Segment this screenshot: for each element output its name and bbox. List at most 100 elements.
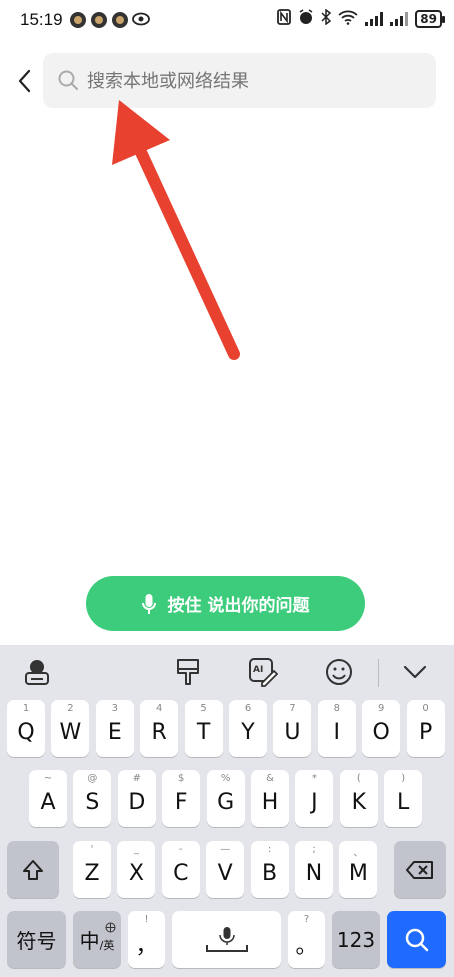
status-right-icons: 89	[277, 8, 445, 29]
key-label: J	[311, 790, 318, 815]
search-icon	[57, 69, 79, 91]
key-b[interactable]: :B	[250, 841, 289, 898]
key-m[interactable]: 、 M	[339, 841, 378, 898]
app-notification-icon	[91, 12, 107, 28]
key-label: X	[128, 861, 144, 886]
key-k[interactable]: (K	[339, 770, 378, 827]
key-hint: *	[311, 773, 317, 784]
backspace-key[interactable]	[394, 841, 446, 898]
key-s[interactable]: @ S	[73, 770, 112, 827]
key-label: E	[107, 720, 122, 745]
back-button[interactable]	[12, 66, 36, 96]
key-label: Y	[241, 720, 255, 745]
key-r[interactable]: 4R	[140, 700, 179, 757]
language-switch-key[interactable]: 中/英	[73, 911, 121, 968]
keyboard-toolbar: AI	[0, 645, 454, 697]
ai-write-icon[interactable]: AI	[248, 657, 278, 687]
key-label: M	[348, 861, 368, 886]
key-e[interactable]: 3E	[95, 700, 134, 757]
key-label: G	[217, 790, 235, 815]
numbers-key-label: 123	[336, 927, 376, 952]
key-hint: ;	[312, 844, 316, 855]
search-icon	[405, 928, 428, 951]
key-l[interactable]: ) L	[384, 770, 423, 827]
key-t[interactable]: 5T	[184, 700, 223, 757]
key-label: C	[173, 861, 189, 886]
key-hint: 7	[289, 703, 296, 714]
key-label: D	[128, 790, 146, 815]
key-hint: 、	[353, 848, 364, 859]
skin-brush-icon[interactable]	[173, 657, 203, 687]
key-hint: 6	[244, 703, 252, 714]
numbers-key[interactable]: 123	[332, 911, 380, 968]
key-label: N	[305, 861, 323, 886]
key-label: U	[284, 720, 301, 745]
search-box[interactable]	[43, 53, 436, 110]
key-x[interactable]: _ X	[117, 841, 156, 898]
bluetooth-icon	[321, 8, 332, 29]
key-hint: 8	[333, 703, 340, 714]
key-hint: (	[356, 773, 361, 784]
status-time: 15:19	[20, 10, 63, 29]
toolbar-divider	[378, 659, 379, 687]
key-label: R	[151, 720, 167, 745]
key-u[interactable]: 7U	[273, 700, 312, 757]
nfc-icon	[277, 9, 292, 29]
collapse-icon[interactable]	[400, 657, 430, 687]
key-label: L	[397, 790, 410, 815]
key-label: S	[85, 790, 100, 815]
symbols-key[interactable]: 符号	[7, 911, 66, 968]
key-g[interactable]: % G	[206, 770, 245, 827]
microphone-icon	[141, 593, 156, 614]
chevron-left-icon	[18, 69, 31, 93]
backspace-icon	[406, 860, 433, 879]
key-d[interactable]: # D	[117, 770, 156, 827]
battery-icon: 89	[415, 10, 445, 28]
key-hint: )	[401, 773, 406, 784]
status-bar: 15:19 89	[0, 0, 454, 40]
key-f[interactable]: $ F	[162, 770, 201, 827]
symbols-key-label: 符号	[16, 929, 57, 953]
key-hint: 3	[111, 703, 118, 714]
app-notification-icon	[112, 12, 128, 28]
key-c[interactable]: -C	[161, 841, 200, 898]
key-label: W	[59, 720, 82, 745]
keyboard: AI 1Q2W3E4R5T6Y7U8I9O0P ~ A @ S # D $ F% G & H * J(K…	[0, 645, 454, 977]
key-label: P	[418, 720, 433, 745]
voice-input-button[interactable]: 按住 说出你的问题	[86, 576, 365, 631]
key-j[interactable]: * J	[295, 770, 334, 827]
search-input[interactable]	[85, 53, 419, 110]
key-n[interactable]: ; N	[295, 841, 333, 898]
key-i[interactable]: 8I	[317, 700, 356, 757]
key-h[interactable]: & H	[251, 770, 289, 827]
key-z[interactable]: ' Z	[73, 841, 111, 898]
shift-key[interactable]	[7, 841, 59, 898]
period-key-sub: ?	[303, 914, 310, 925]
voice-button-label: 按住 说出你的问题	[167, 596, 310, 616]
key-label: A	[40, 790, 56, 815]
shift-icon	[23, 859, 43, 880]
key-hint: 2	[67, 703, 74, 714]
key-y[interactable]: 6Y	[229, 700, 267, 757]
key-q[interactable]: 1Q	[7, 700, 45, 757]
comma-key[interactable]: ! ，	[128, 911, 165, 968]
period-key[interactable]: ? 。	[288, 911, 325, 968]
key-o[interactable]: 9O	[362, 700, 401, 757]
key-p[interactable]: 0P	[406, 700, 445, 757]
key-label: I	[333, 720, 341, 745]
key-hint: _	[133, 844, 139, 855]
key-v[interactable]: — V	[206, 841, 245, 898]
key-hint: ~	[43, 773, 53, 784]
space-key[interactable]	[172, 911, 281, 968]
alarm-icon	[298, 9, 314, 29]
search-key[interactable]	[387, 911, 446, 968]
key-label: Q	[17, 720, 35, 745]
key-hint: 9	[378, 703, 385, 714]
space-mic-icon	[205, 926, 248, 952]
comma-key-label: ，	[135, 933, 158, 959]
key-w[interactable]: 2W	[51, 700, 90, 757]
emoji-icon[interactable]	[324, 657, 354, 687]
key-a[interactable]: ~ A	[29, 770, 67, 827]
keyboard-globe-icon[interactable]	[22, 657, 52, 687]
key-hint: '	[90, 844, 94, 855]
